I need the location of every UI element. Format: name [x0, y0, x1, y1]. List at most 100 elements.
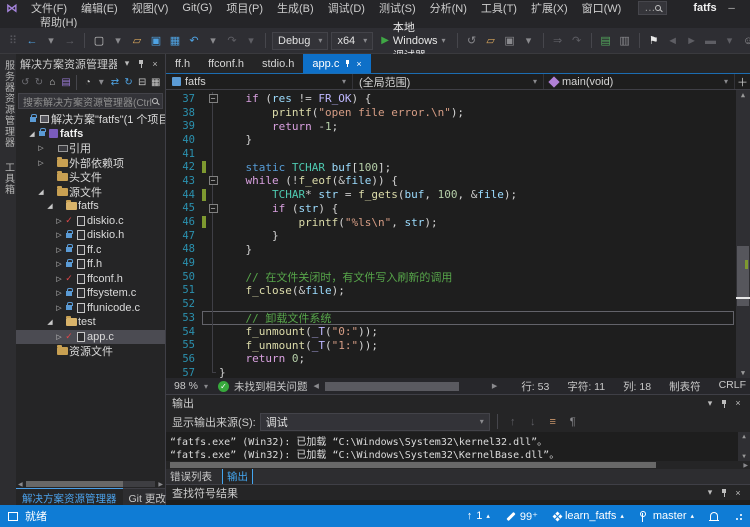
tree-item[interactable]: 头文件	[16, 170, 165, 185]
menu-item[interactable]: 项目(P)	[219, 0, 270, 17]
toolbar-undo-icon[interactable]: ↶	[186, 33, 202, 49]
tree-item[interactable]: 解决方案"fatfs"(1 个项目/共 1	[16, 112, 165, 127]
code-line[interactable]: 40 }	[166, 133, 750, 147]
code-line[interactable]: 51 f_close(&file);	[166, 284, 750, 298]
tree-item[interactable]: ▷ff.c	[16, 243, 165, 258]
split-window-button[interactable]: ＋	[734, 74, 750, 89]
tool-window-tab[interactable]: 解决方案资源管理器	[16, 488, 123, 505]
code-line[interactable]: 54 f_unmount(_T("0:"));	[166, 325, 750, 339]
expander-collapsed-icon[interactable]: ▷	[54, 333, 64, 341]
toolbar-clear-all-icon[interactable]: ≡	[545, 414, 561, 430]
toolbar-bookmark-icon[interactable]: ⚑	[646, 33, 662, 49]
vertical-scrollbar[interactable]: ▲ ▼	[736, 90, 750, 378]
panel-tab[interactable]: 输出	[222, 468, 253, 485]
code-line[interactable]: 41	[166, 147, 750, 161]
fold-collapse-icon[interactable]: −	[209, 94, 218, 103]
tree-item[interactable]: 资源文件	[16, 344, 165, 359]
vertical-tab[interactable]: 工具箱	[1, 162, 16, 195]
menu-item[interactable]: 测试(S)	[372, 0, 423, 17]
vertical-scrollbar[interactable]: ▲ ▼	[738, 432, 750, 461]
document-tab[interactable]: ff.h	[166, 54, 199, 73]
tree-item[interactable]: ◢fatfs	[16, 199, 165, 214]
toolbar-show-all-files-icon[interactable]: ▦	[149, 75, 162, 91]
toolbar-profiler-icon[interactable]: ↷	[569, 33, 585, 49]
code-editor[interactable]: 37− if (res != FR_OK) {38 printf("open f…	[166, 90, 750, 378]
vertical-tab[interactable]: 服务器资源管理器	[1, 60, 16, 148]
horizontal-scrollbar[interactable]: ◀ ▶	[313, 382, 497, 391]
toolbar-live-preview-icon[interactable]: ▣	[502, 33, 518, 49]
code-line[interactable]: 55 f_unmount(_T("1:"));	[166, 338, 750, 352]
solution-platform-dropdown[interactable]: x64▾	[331, 32, 373, 50]
code-line[interactable]: 45− if (str) {	[166, 202, 750, 216]
scrollbar-thumb[interactable]	[26, 481, 123, 487]
menu-item[interactable]: 工具(T)	[474, 0, 524, 17]
menu-item[interactable]: Git(G)	[175, 1, 219, 15]
scroll-down-icon[interactable]: ▼	[738, 453, 750, 460]
scroll-left-icon[interactable]: ◀	[313, 382, 318, 390]
scroll-right-icon[interactable]: ▶	[492, 382, 497, 390]
menu-item[interactable]: 分析(N)	[423, 0, 474, 17]
document-tab[interactable]: stdio.h	[253, 54, 303, 73]
line-ending-indicator[interactable]: CRLF	[719, 379, 746, 394]
scroll-right-icon[interactable]: ▶	[743, 462, 748, 469]
toolbar-dropdown-caret-icon[interactable]: ▾	[521, 33, 537, 49]
close-icon[interactable]: ×	[149, 59, 161, 69]
expander-collapsed-icon[interactable]: ▷	[54, 260, 64, 268]
tree-item[interactable]: ◢fatfs	[16, 127, 165, 142]
pin-icon[interactable]	[137, 59, 145, 68]
pin-icon[interactable]	[720, 488, 728, 497]
tree-item[interactable]: ▷外部依赖项	[16, 156, 165, 171]
toolbar-open-folder-icon[interactable]: ▱	[129, 33, 145, 49]
close-icon[interactable]: ×	[356, 59, 361, 69]
output-log[interactable]: “fatfs.exe” (Win32): 已加载 “C:\Windows\Sys…	[166, 432, 750, 461]
send-feedback-icon[interactable]: ☺	[741, 33, 750, 49]
code-line[interactable]: 48 }	[166, 243, 750, 257]
expander-expanded-icon[interactable]: ◢	[36, 188, 46, 196]
toolbar-next-message-icon[interactable]: ↓	[525, 414, 541, 430]
window-position-menu-icon[interactable]: ▾	[121, 58, 133, 69]
outgoing-commits-button[interactable]: ↑ 1 ▴	[467, 510, 490, 522]
document-tab[interactable]: app.c×	[303, 54, 370, 73]
tree-item[interactable]: ▷diskio.h	[16, 228, 165, 243]
code-line[interactable]: 46 printf("%ls\n", str);	[166, 215, 750, 229]
expander-collapsed-icon[interactable]: ▷	[54, 289, 64, 297]
tree-item[interactable]: ▷ffsystem.c	[16, 286, 165, 301]
fold-collapse-icon[interactable]: −	[209, 204, 218, 213]
panel-tab[interactable]: 错误列表	[170, 469, 212, 484]
toolbar-window-grip-icon[interactable]: ⠿	[5, 33, 21, 49]
background-tasks-icon[interactable]	[8, 512, 18, 521]
toolbar-dropdown-caret-icon[interactable]: ▾	[110, 33, 126, 49]
member-dropdown[interactable]: main(void) ▾	[544, 74, 734, 89]
start-debugging-button[interactable]: ▶ 本地 Windows 调试器 ▾	[376, 32, 450, 50]
close-icon[interactable]: ×	[732, 398, 744, 408]
menu-item[interactable]: 调试(D)	[321, 0, 372, 17]
notifications-bell-icon[interactable]	[710, 512, 718, 520]
column-indicator[interactable]: 列: 18	[623, 379, 651, 394]
toolbar-hot-reload-icon[interactable]: ↺	[464, 33, 480, 49]
maximize-button[interactable]: □	[747, 0, 750, 16]
tree-item[interactable]: ▷ffunicode.c	[16, 301, 165, 316]
expander-collapsed-icon[interactable]: ▷	[54, 246, 64, 254]
menu-item[interactable]: 生成(B)	[270, 0, 321, 17]
expander-collapsed-icon[interactable]: ▷	[54, 304, 64, 312]
toolbar-sync-with-active-document-icon[interactable]: ⇄	[109, 75, 122, 91]
code-line[interactable]: 38 printf("open file error.\n");	[166, 106, 750, 120]
line-indicator[interactable]: 行: 53	[521, 379, 549, 394]
toolbar-clear-bookmarks-icon[interactable]: ▬	[703, 33, 719, 49]
toolbar-attach-to-process-icon[interactable]: ⇒	[550, 33, 566, 49]
tree-item[interactable]: ▷ff.h	[16, 257, 165, 272]
toolbar-dropdown-caret-icon[interactable]: ▾	[722, 33, 738, 49]
tree-item[interactable]: ◢test	[16, 315, 165, 330]
code-line[interactable]: 42 static TCHAR buf[100];	[166, 160, 750, 174]
tree-item[interactable]: ▷引用	[16, 141, 165, 156]
scroll-down-icon[interactable]: ▼	[736, 369, 750, 377]
toolbar-switch-views-icon[interactable]: ▤	[60, 75, 73, 91]
expander-expanded-icon[interactable]: ◢	[27, 130, 37, 138]
window-position-menu-icon[interactable]: ▾	[704, 398, 716, 409]
unsaved-changes-button[interactable]: 99⁺	[506, 510, 538, 523]
tree-item[interactable]: ◢源文件	[16, 185, 165, 200]
menu-item[interactable]: 窗口(W)	[575, 0, 629, 17]
code-line[interactable]: 44 TCHAR* str = f_gets(buf, 100, &file);	[166, 188, 750, 202]
fold-margin[interactable]: −	[207, 202, 219, 216]
toolbar-new-project-icon[interactable]: ▢	[91, 33, 107, 49]
